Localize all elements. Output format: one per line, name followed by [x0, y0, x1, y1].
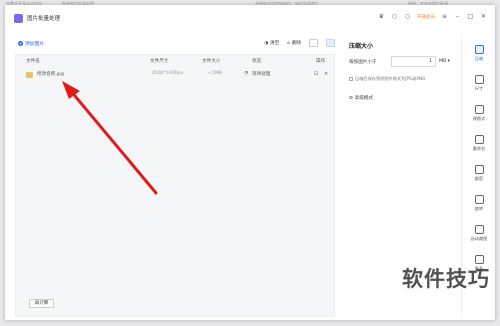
target-size-label: 每张图片小于	[349, 60, 377, 65]
advanced-icon: ⚙	[349, 96, 354, 101]
titlebar-controls: ♛ ○ ○ 开通会员 ≡ – □ ✕	[378, 13, 487, 20]
side-nav-item-compress[interactable]: 压缩	[462, 43, 496, 65]
format-icon	[474, 105, 484, 114]
side-nav-item-rotate[interactable]: 旋转	[462, 193, 496, 215]
keep-format-label: 压缩后保存到原图片格式为JPG或PNG	[355, 76, 426, 81]
advanced-mode-link[interactable]: ⚙ 高级模式	[349, 95, 373, 101]
settings-icon[interactable]: ○	[404, 13, 411, 20]
unit-label: MB	[439, 59, 447, 64]
unit-select[interactable]: MB ▾	[439, 59, 450, 64]
side-nav-label: 自动裁图	[470, 236, 488, 241]
column-header-status: 状态	[252, 59, 262, 64]
window-title: 图片批量处理	[27, 16, 61, 22]
maximize-icon[interactable]: □	[467, 13, 474, 20]
file-list-panel: + 添加图片 ◑ 清空 ⌂ 删除 文件名 文件尺寸 文件大小 状态 操作 修改名…	[15, 35, 335, 317]
menu-icon[interactable]: ≡	[441, 13, 448, 20]
table-header: 文件名 文件尺寸 文件大小 状态 操作	[16, 55, 334, 66]
file-toolbar: + 添加图片 ◑ 清空 ⌂ 删除	[15, 35, 335, 53]
add-image-label: 添加图片	[25, 42, 45, 47]
table-row[interactable]: 修改名称.jpg 2560*1600px <1MB ◔ 等待处理 ⊡ ✕	[16, 68, 334, 82]
clear-label: 清空	[270, 41, 280, 46]
trash-icon: ⌂	[287, 40, 290, 46]
open-vip-button[interactable]: 开通会员	[417, 14, 435, 20]
crown-icon[interactable]: ♛	[378, 13, 385, 20]
list-view-icon[interactable]	[326, 39, 335, 47]
reset-button[interactable]: 再计算	[29, 299, 54, 308]
side-nav-label: 尺寸	[474, 86, 484, 91]
side-nav-label: 压缩	[474, 56, 484, 61]
crop-icon	[474, 165, 484, 174]
column-header-filebytes: 文件大小	[202, 59, 221, 64]
watermark-text: 软件技巧	[402, 267, 490, 291]
file-table: 文件名 文件尺寸 文件大小 状态 操作 修改名称.jpg 2560*1600px…	[15, 54, 335, 317]
image-file-icon	[26, 72, 33, 78]
compress-icon	[474, 45, 484, 54]
app-icon	[14, 14, 23, 23]
minimize-icon[interactable]: –	[454, 13, 461, 20]
side-nav-label: 裁剪	[474, 176, 484, 181]
target-size-row: 每张图片小于 1 MB ▾	[349, 56, 453, 68]
side-nav-label: 改格式	[472, 116, 486, 121]
keep-format-checkbox[interactable]	[349, 77, 353, 81]
side-nav-item-format[interactable]: 改格式	[462, 103, 496, 125]
clear-button[interactable]: ◑ 清空	[264, 40, 280, 47]
target-size-input[interactable]: 1	[391, 56, 436, 67]
grid-view-icon[interactable]	[309, 39, 318, 47]
settings-title: 压缩大小	[349, 43, 374, 50]
rotate-icon	[474, 195, 484, 204]
autocrop-icon	[474, 225, 484, 234]
side-nav-label: 重命名	[472, 146, 486, 151]
close-icon[interactable]: ✕	[480, 13, 487, 20]
toolbar-actions: ◑ 清空 ⌂ 删除	[264, 39, 335, 47]
side-nav-label: 旋转	[474, 206, 484, 211]
clear-icon: ◑	[264, 40, 269, 46]
side-nav-item-autocrop[interactable]: 自动裁图	[462, 223, 496, 245]
delete-button[interactable]: ⌂ 删除	[287, 40, 301, 47]
user-icon[interactable]: ○	[391, 13, 398, 20]
side-nav-item-crop[interactable]: 裁剪	[462, 163, 496, 185]
file-size: <1MB	[208, 71, 222, 76]
resize-icon	[474, 75, 484, 84]
keep-format-option[interactable]: 压缩后保存到原图片格式为JPG或PNG	[349, 76, 453, 82]
file-status: 等待处理	[252, 72, 271, 77]
column-header-filename: 文件名	[26, 59, 40, 64]
column-header-actions: 操作	[316, 59, 326, 64]
title-bar: 图片批量处理 ♛ ○ ○ 开通会员 ≡ – □ ✕	[5, 5, 495, 29]
preview-icon[interactable]: ⊡	[314, 71, 320, 77]
rename-icon	[474, 135, 484, 144]
add-image-button[interactable]: + 添加图片	[18, 40, 44, 47]
side-nav-item-rename[interactable]: 重命名	[462, 133, 496, 155]
plus-icon: +	[18, 41, 23, 46]
side-nav-item-resize[interactable]: 尺寸	[462, 73, 496, 95]
advanced-mode-label: 高级模式	[354, 96, 373, 101]
column-header-filesize: 文件尺寸	[150, 59, 169, 64]
remove-row-icon[interactable]: ✕	[324, 71, 330, 77]
file-name: 修改名称.jpg	[37, 72, 64, 77]
delete-label: 删除	[292, 41, 301, 46]
clock-icon: ◔	[244, 71, 249, 76]
file-dimensions: 2560*1600px	[152, 71, 184, 76]
